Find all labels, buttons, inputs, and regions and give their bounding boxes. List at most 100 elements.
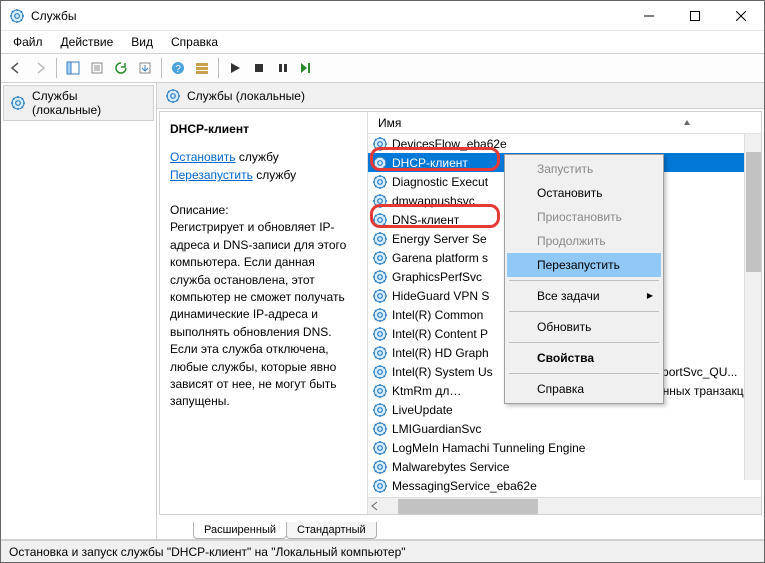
refresh-button[interactable] — [110, 57, 132, 79]
ctx-separator — [509, 311, 659, 312]
service-icon — [372, 174, 388, 190]
description-label: Описание: — [170, 202, 357, 219]
horizontal-scrollbar[interactable] — [368, 497, 761, 514]
service-icon — [372, 307, 388, 323]
menubar: Файл Действие Вид Справка — [1, 31, 764, 53]
service-icon — [372, 250, 388, 266]
service-row[interactable]: LMIGuardianSvc — [368, 419, 761, 438]
service-name-label: Intel(R) System Us — [392, 365, 493, 379]
tree-pane[interactable]: Службы (локальные) — [1, 83, 157, 539]
right-body: DHCP-клиент Остановить службу Перезапуст… — [159, 111, 762, 515]
service-icon — [372, 478, 388, 494]
export-button[interactable] — [134, 57, 156, 79]
service-name-label: DevicesFlow_eba62e — [392, 137, 507, 151]
sort-asc-icon — [683, 119, 691, 127]
selected-service-name: DHCP-клиент — [170, 122, 357, 136]
service-name-label: Garena platform s — [392, 251, 488, 265]
ctx-restart[interactable]: Перезапустить — [507, 253, 661, 277]
window-controls — [626, 1, 764, 31]
service-name-label: Energy Server Se — [392, 232, 487, 246]
toolbar-separator — [218, 58, 219, 78]
restart-service-button[interactable] — [296, 57, 318, 79]
service-name-label: LiveUpdate — [392, 403, 453, 417]
ctx-help[interactable]: Справка — [507, 377, 661, 401]
ctx-refresh[interactable]: Обновить — [507, 315, 661, 339]
service-name-label: Diagnostic Execut — [392, 175, 488, 189]
ctx-pause[interactable]: Приостановить — [507, 205, 661, 229]
menu-help[interactable]: Справка — [163, 33, 226, 51]
service-icon — [372, 288, 388, 304]
toolbar: ? — [1, 53, 764, 83]
service-icon — [372, 402, 388, 418]
service-name-label: DNS-клиент — [392, 213, 459, 227]
service-icon — [372, 269, 388, 285]
ctx-resume[interactable]: Продолжить — [507, 229, 661, 253]
status-bar: Остановка и запуск службы "DHCP-клиент" … — [1, 540, 764, 562]
ctx-separator — [509, 373, 659, 374]
ctx-start[interactable]: Запустить — [507, 157, 661, 181]
column-header-name[interactable]: Имя — [368, 112, 761, 134]
service-name-label: HideGuard VPN S — [392, 289, 489, 303]
services-icon — [10, 95, 26, 111]
tab-extended[interactable]: Расширенный — [193, 522, 287, 539]
scrollbar-thumb[interactable] — [746, 152, 761, 272]
close-button[interactable] — [718, 1, 764, 31]
window-title: Службы — [31, 9, 76, 23]
help-button[interactable]: ? — [167, 57, 189, 79]
service-icon — [372, 421, 388, 437]
service-icon — [372, 345, 388, 361]
right-pane: Службы (локальные) DHCP-клиент Остановит… — [157, 83, 764, 539]
service-name-label: dmwappushsvc — [392, 194, 475, 208]
tab-standard[interactable]: Стандартный — [286, 522, 377, 539]
service-icon — [372, 193, 388, 209]
scrollbar-thumb[interactable] — [398, 499, 538, 514]
service-icon — [372, 212, 388, 228]
menu-view[interactable]: Вид — [123, 33, 161, 51]
properties-button[interactable] — [86, 57, 108, 79]
start-service-button[interactable] — [224, 57, 246, 79]
service-icon — [372, 440, 388, 456]
tree-root-node[interactable]: Службы (локальные) — [3, 85, 154, 121]
column-header-label: Имя — [378, 116, 401, 130]
svg-text:?: ? — [175, 64, 181, 75]
vertical-scrollbar[interactable] — [744, 134, 761, 480]
service-row[interactable]: LogMeIn Hamachi Tunneling Engine — [368, 438, 761, 457]
titlebar: Службы — [1, 1, 764, 31]
ctx-stop[interactable]: Остановить — [507, 181, 661, 205]
menu-file[interactable]: Файл — [5, 33, 51, 51]
service-icon — [372, 136, 388, 152]
service-row[interactable]: Malwarebytes Service — [368, 457, 761, 476]
service-row[interactable]: DevicesFlow_eba62e — [368, 134, 761, 153]
forward-button[interactable] — [29, 57, 51, 79]
stop-link[interactable]: Остановить — [170, 150, 236, 164]
pause-service-button[interactable] — [272, 57, 294, 79]
minimize-button[interactable] — [626, 1, 672, 31]
restart-link[interactable]: Перезапустить — [170, 168, 253, 182]
menu-action[interactable]: Действие — [53, 33, 122, 51]
services-window: Службы Файл Действие Вид Справка ? — [0, 0, 765, 563]
show-hide-tree-button[interactable] — [62, 57, 84, 79]
maximize-button[interactable] — [672, 1, 718, 31]
scroll-left-icon[interactable] — [368, 499, 382, 513]
ctx-properties[interactable]: Свойства — [507, 346, 661, 370]
large-icons-button[interactable] — [191, 57, 213, 79]
description-pane: DHCP-клиент Остановить службу Перезапуст… — [160, 112, 368, 514]
status-text: Остановка и запуск службы "DHCP-клиент" … — [9, 545, 406, 559]
toolbar-separator — [56, 58, 57, 78]
stop-service-button[interactable] — [248, 57, 270, 79]
stop-link-suffix: службу — [239, 150, 279, 164]
service-name-label: MessagingService_eba62e — [392, 479, 537, 493]
toolbar-separator — [161, 58, 162, 78]
service-icon — [372, 459, 388, 475]
tree-root-label: Службы (локальные) — [32, 89, 147, 117]
service-name-label: LMIGuardianSvc — [392, 422, 481, 436]
back-button[interactable] — [5, 57, 27, 79]
restart-link-suffix: службу — [256, 168, 296, 182]
body: Службы (локальные) Службы (локальные) DH… — [1, 83, 764, 540]
service-name-label: KtmRm для коорд — [392, 384, 462, 398]
ctx-all-tasks[interactable]: Все задачи — [507, 284, 661, 308]
service-row[interactable]: MessagingService_eba62e — [368, 476, 761, 495]
context-menu: Запустить Остановить Приостановить Продо… — [504, 154, 664, 404]
service-name-label: Malwarebytes Service — [392, 460, 509, 474]
service-name-label: Intel(R) HD Graph — [392, 346, 489, 360]
